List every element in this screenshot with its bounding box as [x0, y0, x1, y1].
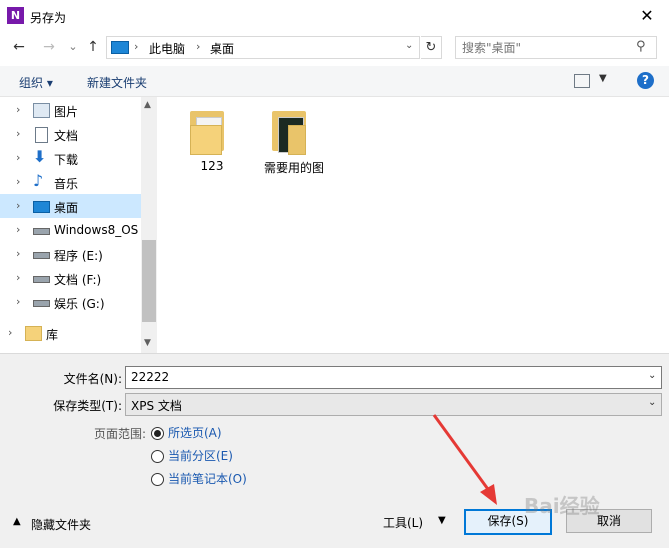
sidebar-item-desktop[interactable]: › 桌面 — [0, 194, 141, 218]
filetype-select[interactable]: XPS 文档 ⌄ — [125, 393, 662, 416]
folder-name: 需要用的图 — [264, 161, 325, 175]
breadcrumb-separator[interactable]: › — [196, 40, 200, 53]
pictures-icon — [33, 103, 50, 118]
chevron-right-icon[interactable]: › — [16, 175, 20, 188]
chevron-right-icon[interactable]: › — [8, 326, 12, 339]
navigation-scrollbar[interactable]: ▲ ▼ — [141, 97, 157, 353]
breadcrumb-this-pc[interactable]: 此电脑 — [149, 40, 185, 57]
sidebar-item-label: 文档 (F:) — [54, 273, 102, 287]
page-range-label: 页面范围: — [93, 427, 146, 441]
sidebar-item-windows8-os[interactable]: › Windows8_OS — [0, 218, 141, 242]
folder-name: 123 — [200, 159, 224, 173]
navigation-pane: › 图片 › 文档 › ⬇ 下载 › ♪ 音乐 › 桌面 › Windows8_… — [0, 97, 141, 353]
chevron-right-icon[interactable]: › — [16, 247, 20, 260]
title-bar: N 另存为 ✕ — [0, 0, 669, 33]
folder-item-images[interactable]: 需要用的图 — [264, 107, 325, 175]
chevron-up-icon[interactable]: ▲ — [13, 516, 21, 527]
baidu-watermark: Bai经验 — [524, 494, 600, 518]
search-input[interactable] — [460, 38, 634, 57]
folder-front-icon — [190, 125, 222, 155]
desktop-icon — [33, 201, 50, 213]
range-current-notebook-radio[interactable] — [151, 473, 164, 486]
sidebar-item-label: 图片 — [54, 105, 79, 119]
address-bar[interactable]: › 此电脑 › 桌面 ⌄ — [106, 36, 420, 59]
refresh-icon[interactable]: ↻ — [421, 36, 442, 59]
back-arrow-icon[interactable]: ← — [10, 36, 28, 58]
drive-icon — [33, 276, 50, 283]
chevron-right-icon[interactable]: › — [16, 199, 20, 212]
view-options-icon[interactable] — [574, 74, 590, 88]
scroll-up-icon[interactable]: ▲ — [144, 100, 151, 110]
system-drive-icon — [33, 228, 50, 235]
folder-item-123[interactable]: 123 — [182, 107, 242, 173]
file-list-pane: 123 需要用的图 — [157, 97, 669, 353]
sidebar-item-drive-e[interactable]: › 程序 (E:) — [0, 242, 141, 266]
filename-field[interactable]: 22222 ⌄ — [125, 366, 662, 389]
drive-icon — [33, 252, 50, 259]
chevron-right-icon[interactable]: › — [16, 103, 20, 116]
filename-value[interactable]: 22222 — [131, 370, 169, 384]
hide-folders-button[interactable]: 隐藏文件夹 — [31, 516, 91, 533]
sidebar-item-libraries[interactable]: › 库 — [0, 321, 141, 345]
organize-button[interactable]: 组织 ▾ — [19, 74, 53, 91]
breadcrumb-separator[interactable]: › — [134, 40, 138, 53]
view-dropdown-icon[interactable]: ▼ — [599, 73, 607, 84]
scroll-down-icon[interactable]: ▼ — [144, 338, 151, 348]
new-folder-button[interactable]: 新建文件夹 — [87, 74, 147, 91]
range-current-notebook-label[interactable]: 当前笔记本(O) — [168, 470, 247, 487]
range-selected-pages-label[interactable]: 所选页(A) — [168, 424, 222, 441]
sidebar-item-label: 娱乐 (G:) — [54, 297, 105, 311]
range-selected-pages-radio[interactable] — [151, 427, 164, 440]
filetype-label: 保存类型(T): — [53, 399, 122, 413]
sidebar-item-label: 下载 — [54, 153, 79, 167]
close-icon[interactable]: ✕ — [632, 4, 662, 28]
sidebar-item-label: 文档 — [54, 129, 79, 143]
range-current-section-radio[interactable] — [151, 450, 164, 463]
chevron-right-icon[interactable]: › — [16, 295, 20, 308]
library-icon — [25, 326, 42, 341]
documents-icon — [35, 127, 48, 143]
filename-label: 文件名(N): — [63, 372, 122, 386]
music-icon: ♪ — [33, 171, 44, 190]
filetype-value[interactable]: XPS 文档 — [131, 397, 182, 414]
sidebar-item-label: Windows8_OS — [54, 223, 139, 237]
chevron-down-icon[interactable]: ⌄ — [405, 40, 413, 51]
chevron-right-icon[interactable]: › — [16, 271, 20, 284]
scrollbar-thumb[interactable] — [142, 240, 156, 322]
sidebar-item-label: 音乐 — [54, 177, 79, 191]
navigation-bar: ← → ⌄ ↑ › 此电脑 › 桌面 ⌄ ↻ ⚲ — [0, 33, 669, 61]
command-toolbar: 组织 ▾ 新建文件夹 ▼ ? — [0, 66, 669, 97]
sidebar-item-pictures[interactable]: › 图片 — [0, 98, 141, 122]
sidebar-item-label: 桌面 — [54, 201, 79, 215]
chevron-right-icon[interactable]: › — [16, 223, 20, 236]
forward-arrow-icon[interactable]: → — [40, 36, 58, 58]
search-icon[interactable]: ⚲ — [636, 39, 646, 54]
sidebar-item-drive-g[interactable]: › 娱乐 (G:) — [0, 290, 141, 314]
tools-button[interactable]: 工具(L) — [383, 514, 423, 531]
sidebar-item-label: 库 — [46, 328, 59, 342]
folder-front-icon — [288, 125, 306, 155]
window-title: 另存为 — [30, 11, 67, 25]
chevron-right-icon[interactable]: › — [16, 151, 20, 164]
drive-icon — [33, 300, 50, 307]
tools-dropdown-icon[interactable]: ▼ — [438, 515, 446, 526]
sidebar-item-downloads[interactable]: › ⬇ 下载 — [0, 146, 141, 170]
recent-locations-icon[interactable]: ⌄ — [64, 36, 82, 58]
up-arrow-icon[interactable]: ↑ — [84, 36, 102, 58]
chevron-down-icon[interactable]: ⌄ — [648, 397, 656, 408]
sidebar-item-drive-f[interactable]: › 文档 (F:) — [0, 266, 141, 290]
chevron-right-icon[interactable]: › — [16, 127, 20, 140]
range-current-section-label[interactable]: 当前分区(E) — [168, 447, 233, 464]
breadcrumb-desktop[interactable]: 桌面 — [210, 40, 234, 57]
search-box[interactable]: ⚲ — [455, 36, 657, 59]
onenote-app-icon: N — [7, 7, 24, 24]
sidebar-item-documents[interactable]: › 文档 — [0, 122, 141, 146]
chevron-down-icon[interactable]: ⌄ — [648, 370, 656, 381]
download-icon: ⬇ — [33, 147, 47, 166]
computer-icon — [111, 41, 129, 54]
help-icon[interactable]: ? — [637, 72, 654, 89]
sidebar-item-label: 程序 (E:) — [54, 249, 103, 263]
sidebar-item-music[interactable]: › ♪ 音乐 — [0, 170, 141, 194]
